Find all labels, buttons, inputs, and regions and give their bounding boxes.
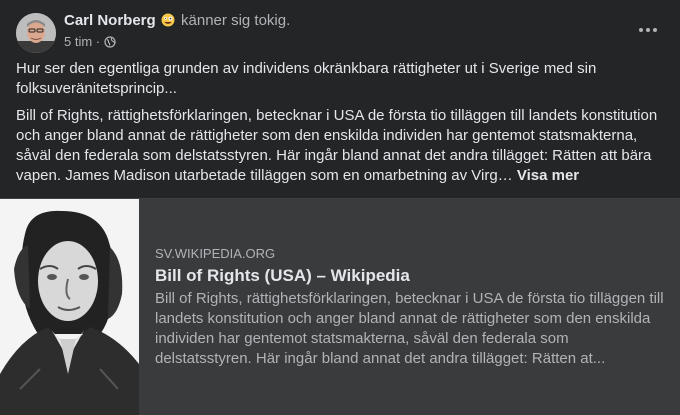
post-header: Carl Norberg känner sig tokig. 5 tim · <box>16 12 664 54</box>
facebook-post: Carl Norberg känner sig tokig. 5 tim · H… <box>0 0 680 415</box>
author-line: Carl Norberg känner sig tokig. <box>64 12 290 30</box>
globe-icon[interactable] <box>104 34 116 49</box>
feeling-text: känner sig tokig. <box>181 12 291 29</box>
post-text-paragraph-2: Bill of Rights, rättighetsförklaringen, … <box>16 106 666 186</box>
see-more-link[interactable]: Visa mer <box>517 167 579 184</box>
post-text-paragraph-1: Hur ser den egentliga grunden av individ… <box>16 60 597 97</box>
link-domain: SV.WIKIPEDIA.ORG <box>155 246 276 261</box>
link-description: Bill of Rights, rättighetsförklaringen, … <box>155 290 664 367</box>
link-preview-image[interactable] <box>0 199 139 415</box>
link-preview-info: SV.WIKIPEDIA.ORG Bill of Rights (USA) – … <box>155 246 665 369</box>
link-preview-card[interactable]: SV.WIKIPEDIA.ORG Bill of Rights (USA) – … <box>0 198 680 415</box>
post-meta: Carl Norberg känner sig tokig. 5 tim · <box>64 12 290 50</box>
time-separator: · <box>95 34 101 49</box>
crazy-face-emoji-icon <box>161 13 175 27</box>
author-avatar[interactable] <box>16 13 56 53</box>
more-options-icon[interactable] <box>632 18 664 42</box>
author-name[interactable]: Carl Norberg <box>64 12 156 29</box>
link-title[interactable]: Bill of Rights (USA) – Wikipedia <box>155 266 665 286</box>
post-time[interactable]: 5 tim <box>64 34 92 49</box>
post-body: Hur ser den egentliga grunden av individ… <box>16 59 666 186</box>
post-timestamp-line: 5 tim · <box>64 34 290 50</box>
